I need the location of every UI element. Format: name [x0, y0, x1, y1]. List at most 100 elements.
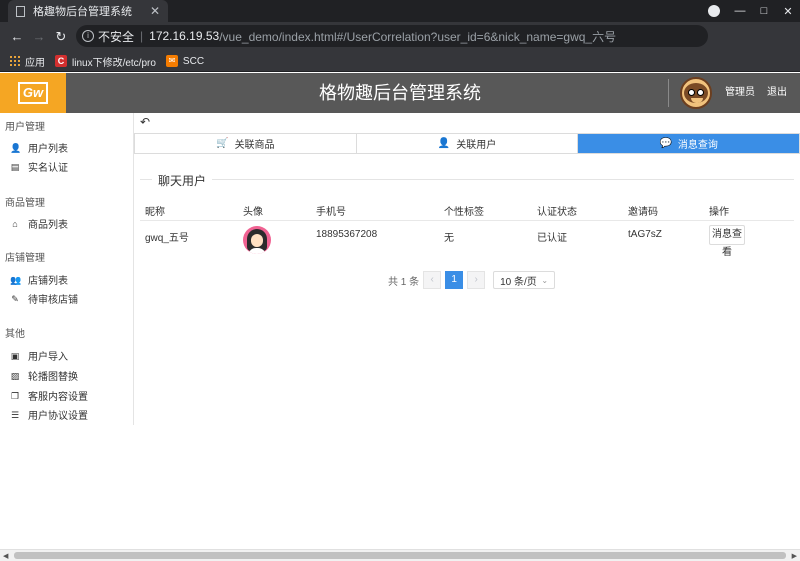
- apps-grid-icon: [10, 56, 20, 66]
- avatar-eye-left: [688, 89, 695, 96]
- next-page-button[interactable]: ›: [467, 271, 486, 289]
- sidebar-item-pending-shops[interactable]: ✎ 待审核店铺: [10, 291, 78, 307]
- app-header: Gw 格物趣后台管理系统 管理员 退出: [0, 73, 800, 113]
- reload-icon[interactable]: ↻: [50, 29, 72, 45]
- close-tab-icon[interactable]: ✕: [150, 4, 160, 18]
- view-messages-button[interactable]: 消息查看: [709, 225, 745, 258]
- logout-link[interactable]: 退出: [767, 73, 787, 113]
- bookmark-label: SCC: [182, 55, 205, 67]
- browser-tab[interactable]: 格趣物后台管理系统 ✕: [8, 0, 168, 22]
- insecure-label: 不安全: [98, 29, 135, 44]
- sidebar-item-label: 用户协议设置: [28, 411, 88, 422]
- browser-tab-strip: 格趣物后台管理系统 ✕ — □ ✕: [0, 0, 800, 22]
- tab-message-query[interactable]: 💬 消息查询: [578, 134, 800, 153]
- section-divider: [140, 179, 794, 180]
- red-c-icon: C: [55, 55, 67, 67]
- close-window-icon[interactable]: ✕: [776, 5, 800, 18]
- chevron-down-icon: ⌄: [541, 275, 549, 285]
- url-host: 172.16.19.53: [149, 29, 220, 43]
- page-number-current[interactable]: 1: [445, 271, 464, 289]
- back-icon[interactable]: ←: [6, 29, 28, 44]
- cell-phone: 18895367208: [316, 229, 378, 240]
- user-icon: 👤: [437, 138, 451, 149]
- cell-nickname: gwq_五号: [145, 233, 189, 244]
- sidebar-item-label: 待审核店铺: [28, 295, 78, 306]
- maximize-icon[interactable]: □: [752, 5, 776, 17]
- tab-related-goods[interactable]: 🛒 关联商品: [135, 134, 357, 153]
- bookmark-linux[interactable]: C linux下修改/etc/pro: [55, 54, 156, 69]
- scrollbar-thumb[interactable]: [14, 552, 786, 559]
- image-icon: ▨: [10, 370, 20, 381]
- url-path: /vue_demo/index.html#/UserCorrelation?us…: [219, 29, 617, 44]
- tab-related-users[interactable]: 👤 关联用户: [356, 134, 579, 153]
- sidebar-group-user: 用户管理: [5, 122, 45, 133]
- user-plus-icon: 👤: [10, 142, 22, 153]
- sidebar-item-label: 店铺列表: [28, 276, 68, 287]
- tab-label: 关联用户: [456, 140, 497, 151]
- browser-toolbar: ← → ↻ i 不安全 | 172.16.19.53 /vue_demo/ind…: [0, 22, 800, 66]
- sidebar-item-user-list[interactable]: 👤 用户列表: [10, 140, 68, 156]
- pagination: 共 1 条 ‹ 1 › 10 条/页 ⌄: [388, 271, 556, 289]
- page-size-value: 10 条/页: [500, 276, 537, 288]
- sidebar-group-other: 其他: [5, 329, 25, 340]
- chat-icon: 💬: [659, 138, 672, 149]
- basket-icon: ⌂: [12, 218, 18, 229]
- column-header: 头像: [243, 207, 263, 218]
- column-header: 个性标签: [444, 207, 484, 218]
- edit-icon: ✎: [11, 293, 19, 304]
- cart-icon: 🛒: [216, 138, 229, 149]
- column-header: 昵称: [145, 207, 165, 218]
- sidebar: 用户管理 👤 用户列表 ▤ 实名认证 商品管理 ⌂ 商品列表 店铺管理 👥 店铺…: [0, 113, 134, 425]
- sidebar-item-label: 商品列表: [28, 220, 68, 231]
- sidebar-group-shop: 店铺管理: [5, 253, 45, 264]
- bookmark-label: linux下修改/etc/pro: [72, 57, 156, 69]
- document-icon: [16, 5, 25, 17]
- page-size-select[interactable]: 10 条/页 ⌄: [493, 271, 556, 289]
- minimize-icon[interactable]: —: [728, 5, 752, 17]
- sidebar-item-user-agreement[interactable]: ☰ 用户协议设置: [10, 407, 88, 423]
- sidebar-item-label: 客服内容设置: [28, 392, 88, 403]
- avatar-mouth: [691, 98, 703, 103]
- prev-page-button[interactable]: ‹: [423, 271, 442, 289]
- sidebar-item-shop-list[interactable]: 👥 店铺列表: [10, 272, 68, 288]
- column-header: 认证状态: [537, 207, 577, 218]
- window-controls: — □ ✕: [708, 0, 800, 22]
- column-header: 手机号: [316, 207, 346, 218]
- forward-icon[interactable]: →: [28, 29, 50, 44]
- admin-avatar[interactable]: [680, 77, 712, 109]
- browser-tab-title: 格趣物后台管理系统: [33, 6, 132, 18]
- sidebar-group-goods: 商品管理: [5, 198, 45, 209]
- sidebar-item-service-content[interactable]: ❐ 客服内容设置: [10, 388, 88, 404]
- orange-mail-icon: ✉: [165, 55, 178, 67]
- id-card-icon: ▤: [10, 161, 20, 172]
- address-bar[interactable]: i 不安全 | 172.16.19.53 /vue_demo/index.htm…: [76, 25, 708, 47]
- sidebar-item-user-import[interactable]: ▣ 用户导入: [10, 348, 68, 364]
- list-alt-icon: ☰: [10, 409, 20, 420]
- section-title: 聊天用户: [152, 172, 213, 189]
- bookmark-label: 应用: [25, 57, 45, 69]
- sidebar-item-goods-list[interactable]: ⌂ 商品列表: [10, 216, 68, 232]
- bookmark-apps[interactable]: 应用: [10, 54, 45, 69]
- tab-label: 关联商品: [234, 140, 275, 151]
- avatar-face: [251, 234, 263, 247]
- scroll-left-icon[interactable]: ◀: [3, 552, 8, 560]
- sidebar-item-carousel[interactable]: ▨ 轮播图替换: [10, 368, 78, 384]
- horizontal-scrollbar[interactable]: ◀ ▶: [0, 549, 800, 561]
- sidebar-item-verification[interactable]: ▤ 实名认证: [10, 159, 68, 175]
- user-avatar: [243, 226, 271, 254]
- account-icon[interactable]: [708, 5, 720, 17]
- sidebar-item-label: 实名认证: [28, 163, 68, 174]
- sidebar-item-label: 用户列表: [28, 144, 68, 155]
- bookmark-scc[interactable]: ✉ SCC: [165, 55, 205, 67]
- admin-label[interactable]: 管理员: [725, 73, 755, 113]
- scroll-right-icon[interactable]: ▶: [792, 552, 797, 560]
- contact-book-icon: ▣: [10, 350, 20, 361]
- cell-tag: 无: [444, 233, 454, 244]
- header-divider: [668, 79, 669, 107]
- table-header: 昵称 头像 手机号 个性标签 认证状态 邀请码 操作: [140, 196, 794, 221]
- info-icon[interactable]: i: [82, 30, 94, 42]
- back-arrow-icon[interactable]: ↶: [140, 115, 150, 129]
- sidebar-item-label: 轮播图替换: [28, 372, 78, 383]
- column-header: 邀请码: [628, 207, 658, 218]
- cell-invite-code: tAG7sZ: [628, 229, 662, 240]
